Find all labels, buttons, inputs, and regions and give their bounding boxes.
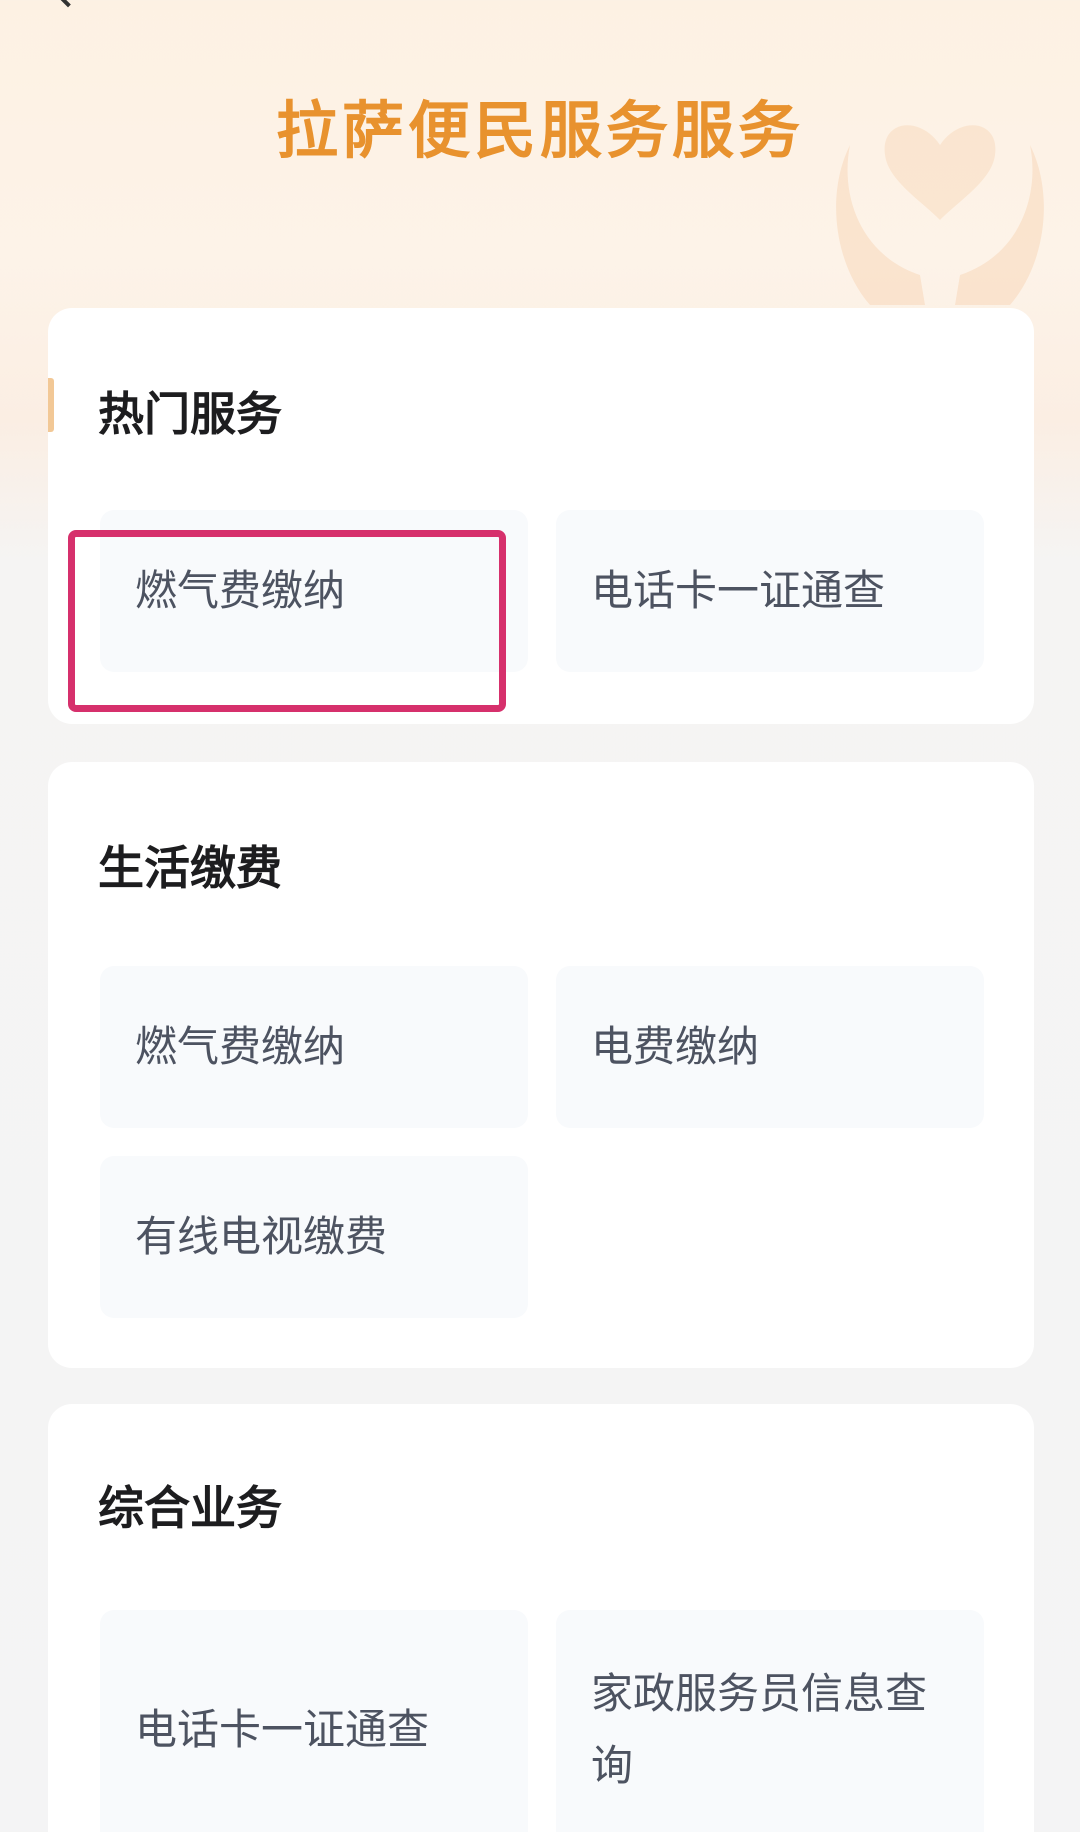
tile-label: 燃气费缴纳 [135, 1022, 346, 1071]
section-title-life: 生活缴费 [98, 841, 282, 895]
tile-cable-tv-fee[interactable]: 有线电视缴费 [100, 1156, 528, 1318]
tile-phone-card-check[interactable]: 电话卡一证通查 [100, 1610, 528, 1832]
back-icon[interactable] [49, 0, 87, 8]
life-payment-card: 生活缴费 燃气费缴纳 电费缴纳 有线电视缴费 [48, 762, 1034, 1368]
highlight-box [68, 530, 506, 712]
section-title-hot: 热门服务 [98, 387, 282, 441]
tile-label: 家政服务员信息查询 [591, 1669, 928, 1790]
tile-label: 电费缴纳 [591, 1022, 760, 1071]
tile-label: 有线电视缴费 [135, 1212, 388, 1261]
tile-phone-card-check-hot[interactable]: 电话卡一证通查 [556, 510, 984, 672]
tile-label: 电话卡一证通查 [135, 1705, 430, 1754]
tile-electricity-fee[interactable]: 电费缴纳 [556, 966, 984, 1128]
tile-label: 电话卡一证通查 [591, 566, 886, 615]
section-accent-bar [48, 378, 54, 432]
heart-hands-icon [836, 125, 1044, 305]
tile-domestic-worker-query[interactable]: 家政服务员信息查询 [556, 1610, 984, 1832]
general-business-card: 综合业务 电话卡一证通查 家政服务员信息查询 [48, 1404, 1034, 1832]
section-title-general: 综合业务 [98, 1481, 282, 1535]
tile-gas-fee[interactable]: 燃气费缴纳 [100, 966, 528, 1128]
